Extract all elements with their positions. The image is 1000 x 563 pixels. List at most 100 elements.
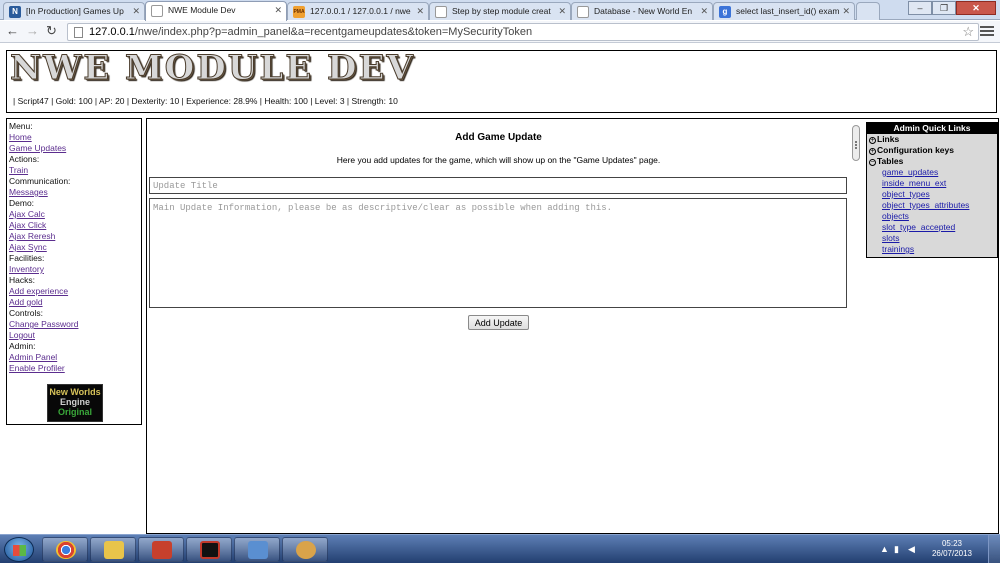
nav-enable-profiler-link[interactable]: Enable Profiler xyxy=(9,363,141,374)
show-desktop-button[interactable] xyxy=(988,535,1000,563)
update-body-textarea[interactable] xyxy=(149,198,847,308)
actions-section-label: Actions: xyxy=(9,154,40,164)
show-hidden-icons-icon[interactable]: ▲ xyxy=(880,544,889,554)
controls-section-label: Controls: xyxy=(9,308,44,318)
restore-icon[interactable]: ❐ xyxy=(932,1,956,15)
taskbar-explorer-button[interactable] xyxy=(90,537,136,562)
tab-nwe-module-dev[interactable]: NWE Module Dev ✕ xyxy=(145,1,287,21)
tab-favicon-icon: g xyxy=(719,6,731,18)
table-link-slots[interactable]: slots xyxy=(867,233,997,244)
nav-messages-link[interactable]: Messages xyxy=(9,187,141,198)
badge-line-3: Original xyxy=(57,407,92,417)
nav-ajax-reresh-link[interactable]: Ajax Reresh xyxy=(9,231,141,242)
taskbar-ccleaner-button[interactable] xyxy=(138,537,184,562)
hacks-section-label: Hacks: xyxy=(9,275,35,285)
tab-google-search[interactable]: g select last_insert_id() exam ✕ xyxy=(713,2,855,20)
expand-icon[interactable]: + xyxy=(869,148,876,155)
table-link-inside-menu-ext[interactable]: inside_menu_ext xyxy=(867,178,997,189)
tab-step-by-step[interactable]: Step by step module creat ✕ xyxy=(429,2,571,20)
tab-label: 127.0.0.1 / 127.0.0.1 / nwe xyxy=(310,6,411,16)
nav-train-link[interactable]: Train xyxy=(9,165,141,176)
tab-phpmyadmin[interactable]: PMA 127.0.0.1 / 127.0.0.1 / nwe ✕ xyxy=(287,2,429,20)
nav-ajax-click-link[interactable]: Ajax Click xyxy=(9,220,141,231)
nav-add-gold-link[interactable]: Add gold xyxy=(9,297,141,308)
windows-logo-icon xyxy=(13,545,26,556)
network-icon[interactable]: ▮ xyxy=(894,544,899,555)
new-tab-button[interactable] xyxy=(856,2,880,20)
bookmark-star-icon[interactable]: ☆ xyxy=(962,24,974,40)
tab-database[interactable]: Database - New World En ✕ xyxy=(571,2,713,20)
demo-section-label: Demo: xyxy=(9,198,35,208)
nav-inventory-link[interactable]: Inventory xyxy=(9,264,141,275)
nav-ajax-sync-link[interactable]: Ajax Sync xyxy=(9,242,141,253)
table-link-objects[interactable]: objects xyxy=(867,211,997,222)
player-stats-bar: | Script47 | Gold: 100 | AP: 20 | Dexter… xyxy=(13,96,398,106)
table-link-slot-type-accepted[interactable]: slot_type_accepted xyxy=(867,222,997,233)
table-link-game-updates[interactable]: game_updates xyxy=(867,167,997,178)
browser-toolbar: ← → ↻ 127.0.0.1/nwe/index.php?p=admin_pa… xyxy=(0,21,1000,43)
volume-icon[interactable]: ◀ xyxy=(908,544,915,555)
tab-label: [In Production] Games Up xyxy=(26,6,124,16)
url-text[interactable]: 127.0.0.1/nwe/index.php?p=admin_panel&a=… xyxy=(89,26,532,39)
chrome-icon xyxy=(56,541,76,559)
nav-add-experience-link[interactable]: Add experience xyxy=(9,286,141,297)
table-link-object-types-attributes[interactable]: object_types_attributes xyxy=(867,200,997,211)
forward-arrow-icon[interactable]: → xyxy=(26,24,39,38)
tree-node-label: Tables xyxy=(877,156,904,166)
nav-ajax-calc-link[interactable]: Ajax Calc xyxy=(9,209,141,220)
table-link-trainings[interactable]: trainings xyxy=(867,244,997,255)
window-controls: – ❐ ✕ xyxy=(908,1,996,15)
taskbar-chrome-button[interactable] xyxy=(42,537,88,562)
update-title-input[interactable] xyxy=(149,177,847,194)
collapse-icon[interactable]: − xyxy=(869,159,876,166)
browser-menu-icon[interactable] xyxy=(980,24,994,38)
nav-logout-link[interactable]: Logout xyxy=(9,330,141,341)
tree-node-label: Configuration keys xyxy=(877,145,954,155)
window-close-icon[interactable]: ✕ xyxy=(956,1,996,15)
palette-icon xyxy=(296,541,316,559)
nav-admin-panel-link[interactable]: Admin Panel xyxy=(9,352,141,363)
tab-close-icon[interactable]: ✕ xyxy=(274,2,282,19)
page-viewport: NWE MODULE DEV | Script47 | Gold: 100 | … xyxy=(0,44,1000,534)
url-host: 127.0.0.1 xyxy=(89,26,135,38)
nav-home-link[interactable]: Home xyxy=(9,132,141,143)
tree-node-links[interactable]: + Links xyxy=(867,134,997,145)
admin-section-label: Admin: xyxy=(9,341,36,351)
taskbar-virtualbox-button[interactable] xyxy=(234,537,280,562)
expand-icon[interactable]: + xyxy=(869,137,876,144)
windows-taskbar: ▲ ▮ ◀ 05:23 26/07/2013 xyxy=(0,534,1000,563)
tab-close-icon[interactable]: ✕ xyxy=(416,3,424,20)
system-tray: ▲ ▮ ◀ 05:23 26/07/2013 xyxy=(870,535,1000,563)
address-bar[interactable]: 127.0.0.1/nwe/index.php?p=admin_panel&a=… xyxy=(67,23,979,41)
tab-close-icon[interactable]: ✕ xyxy=(132,3,140,20)
quick-links-title: Admin Quick Links xyxy=(867,123,997,134)
tab-favicon-icon: PMA xyxy=(293,6,305,18)
terminal-icon xyxy=(200,541,220,559)
tab-label: Step by step module creat xyxy=(452,6,551,16)
back-arrow-icon[interactable]: ← xyxy=(6,24,19,38)
table-link-object-types[interactable]: object_types xyxy=(867,189,997,200)
tab-label: select last_insert_id() exam xyxy=(736,6,840,16)
taskbar-terminal-button[interactable] xyxy=(186,537,232,562)
page-icon xyxy=(74,27,83,38)
add-update-button[interactable]: Add Update xyxy=(468,315,529,330)
site-header: NWE MODULE DEV | Script47 | Gold: 100 | … xyxy=(6,48,997,113)
minimize-icon[interactable]: – xyxy=(908,1,932,15)
tab-close-icon[interactable]: ✕ xyxy=(700,3,708,20)
cube-icon xyxy=(248,541,268,559)
taskbar-clock[interactable]: 05:23 26/07/2013 xyxy=(932,539,972,559)
nav-change-password-link[interactable]: Change Password xyxy=(9,319,141,330)
folder-icon xyxy=(104,541,124,559)
taskbar-paint-button[interactable] xyxy=(282,537,328,562)
tab-games-updates[interactable]: N [In Production] Games Up ✕ xyxy=(3,2,145,20)
tree-node-tables[interactable]: − Tables xyxy=(867,156,997,167)
start-button[interactable] xyxy=(4,537,34,562)
page-title: Add Game Update xyxy=(455,132,542,143)
tab-close-icon[interactable]: ✕ xyxy=(558,3,566,20)
tab-close-icon[interactable]: ✕ xyxy=(842,3,850,20)
nav-game-updates-link[interactable]: Game Updates xyxy=(9,143,141,154)
panel-scrollbar[interactable] xyxy=(852,125,860,161)
tree-node-configuration-keys[interactable]: + Configuration keys xyxy=(867,145,997,156)
browser-tab-strip: N [In Production] Games Up ✕ NWE Module … xyxy=(0,0,1000,21)
reload-icon[interactable]: ↻ xyxy=(46,24,57,38)
